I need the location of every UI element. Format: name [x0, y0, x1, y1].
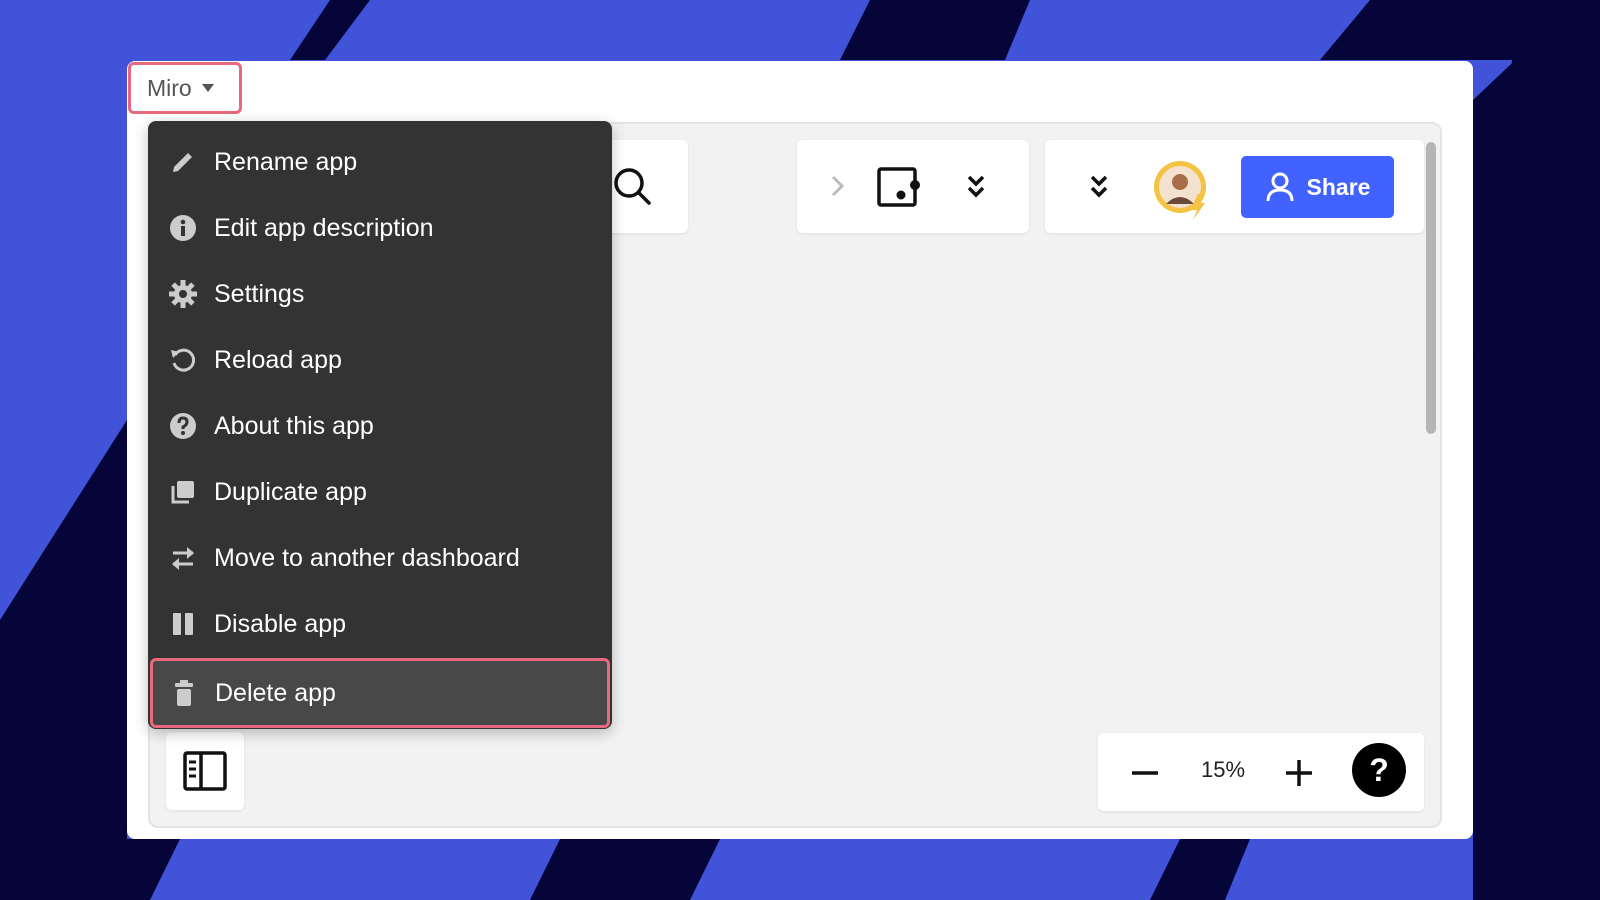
question-icon	[168, 411, 198, 441]
menu-item-label: Settings	[214, 279, 305, 308]
duplicate-icon	[168, 477, 198, 507]
zoom-level: 15%	[1200, 757, 1246, 782]
menu-item-label: Delete app	[215, 678, 336, 707]
gear-icon	[168, 279, 198, 309]
search-icon[interactable]	[608, 162, 656, 210]
zoom-out-icon[interactable]	[1128, 756, 1162, 790]
menu-item-duplicate-app[interactable]: Duplicate app	[152, 461, 604, 523]
reload-icon	[168, 345, 198, 375]
app-context-menu: Rename app Edit app description Settings	[148, 121, 612, 729]
menu-item-label: About this app	[214, 411, 374, 440]
share-button[interactable]: Share	[1241, 156, 1394, 218]
help-button[interactable]: ?	[1352, 743, 1406, 797]
menu-item-label: Reload app	[214, 345, 342, 374]
frame-tool-icon[interactable]	[874, 164, 922, 210]
menu-item-edit-description[interactable]: Edit app description	[152, 197, 604, 259]
menu-item-label: Disable app	[214, 609, 347, 638]
swap-arrows-icon	[168, 543, 198, 573]
user-avatar[interactable]	[1152, 158, 1214, 222]
user-icon	[1266, 172, 1294, 202]
menu-item-label: Edit app description	[214, 213, 434, 242]
menu-item-about-app[interactable]: About this app	[152, 395, 604, 457]
info-icon	[168, 213, 198, 243]
app-selector-label: Miro	[147, 74, 192, 101]
share-button-label: Share	[1306, 173, 1371, 200]
sidebar-toggle-icon[interactable]	[180, 748, 230, 794]
menu-item-label: Move to another dashboard	[214, 543, 520, 572]
menu-item-label: Duplicate app	[214, 477, 367, 506]
caret-down-icon	[201, 84, 214, 92]
app-selector-dropdown[interactable]: Miro	[128, 62, 242, 114]
vertical-scrollbar[interactable]	[1426, 142, 1436, 434]
double-chevron-down-icon[interactable]	[960, 168, 992, 204]
menu-item-rename-app[interactable]: Rename app	[152, 131, 604, 193]
zoom-in-icon[interactable]	[1282, 756, 1316, 790]
chevron-right-icon[interactable]	[822, 170, 852, 202]
menu-item-settings[interactable]: Settings	[152, 263, 604, 325]
double-chevron-down-icon[interactable]	[1083, 168, 1115, 204]
menu-item-label: Rename app	[214, 147, 358, 176]
menu-item-disable-app[interactable]: Disable app	[152, 593, 604, 655]
menu-item-move-dashboard[interactable]: Move to another dashboard	[152, 527, 604, 589]
trash-icon	[169, 678, 199, 708]
menu-item-delete-app[interactable]: Delete app	[150, 658, 610, 728]
pause-icon	[168, 609, 198, 639]
menu-item-reload-app[interactable]: Reload app	[152, 329, 604, 391]
pencil-icon	[168, 147, 198, 177]
